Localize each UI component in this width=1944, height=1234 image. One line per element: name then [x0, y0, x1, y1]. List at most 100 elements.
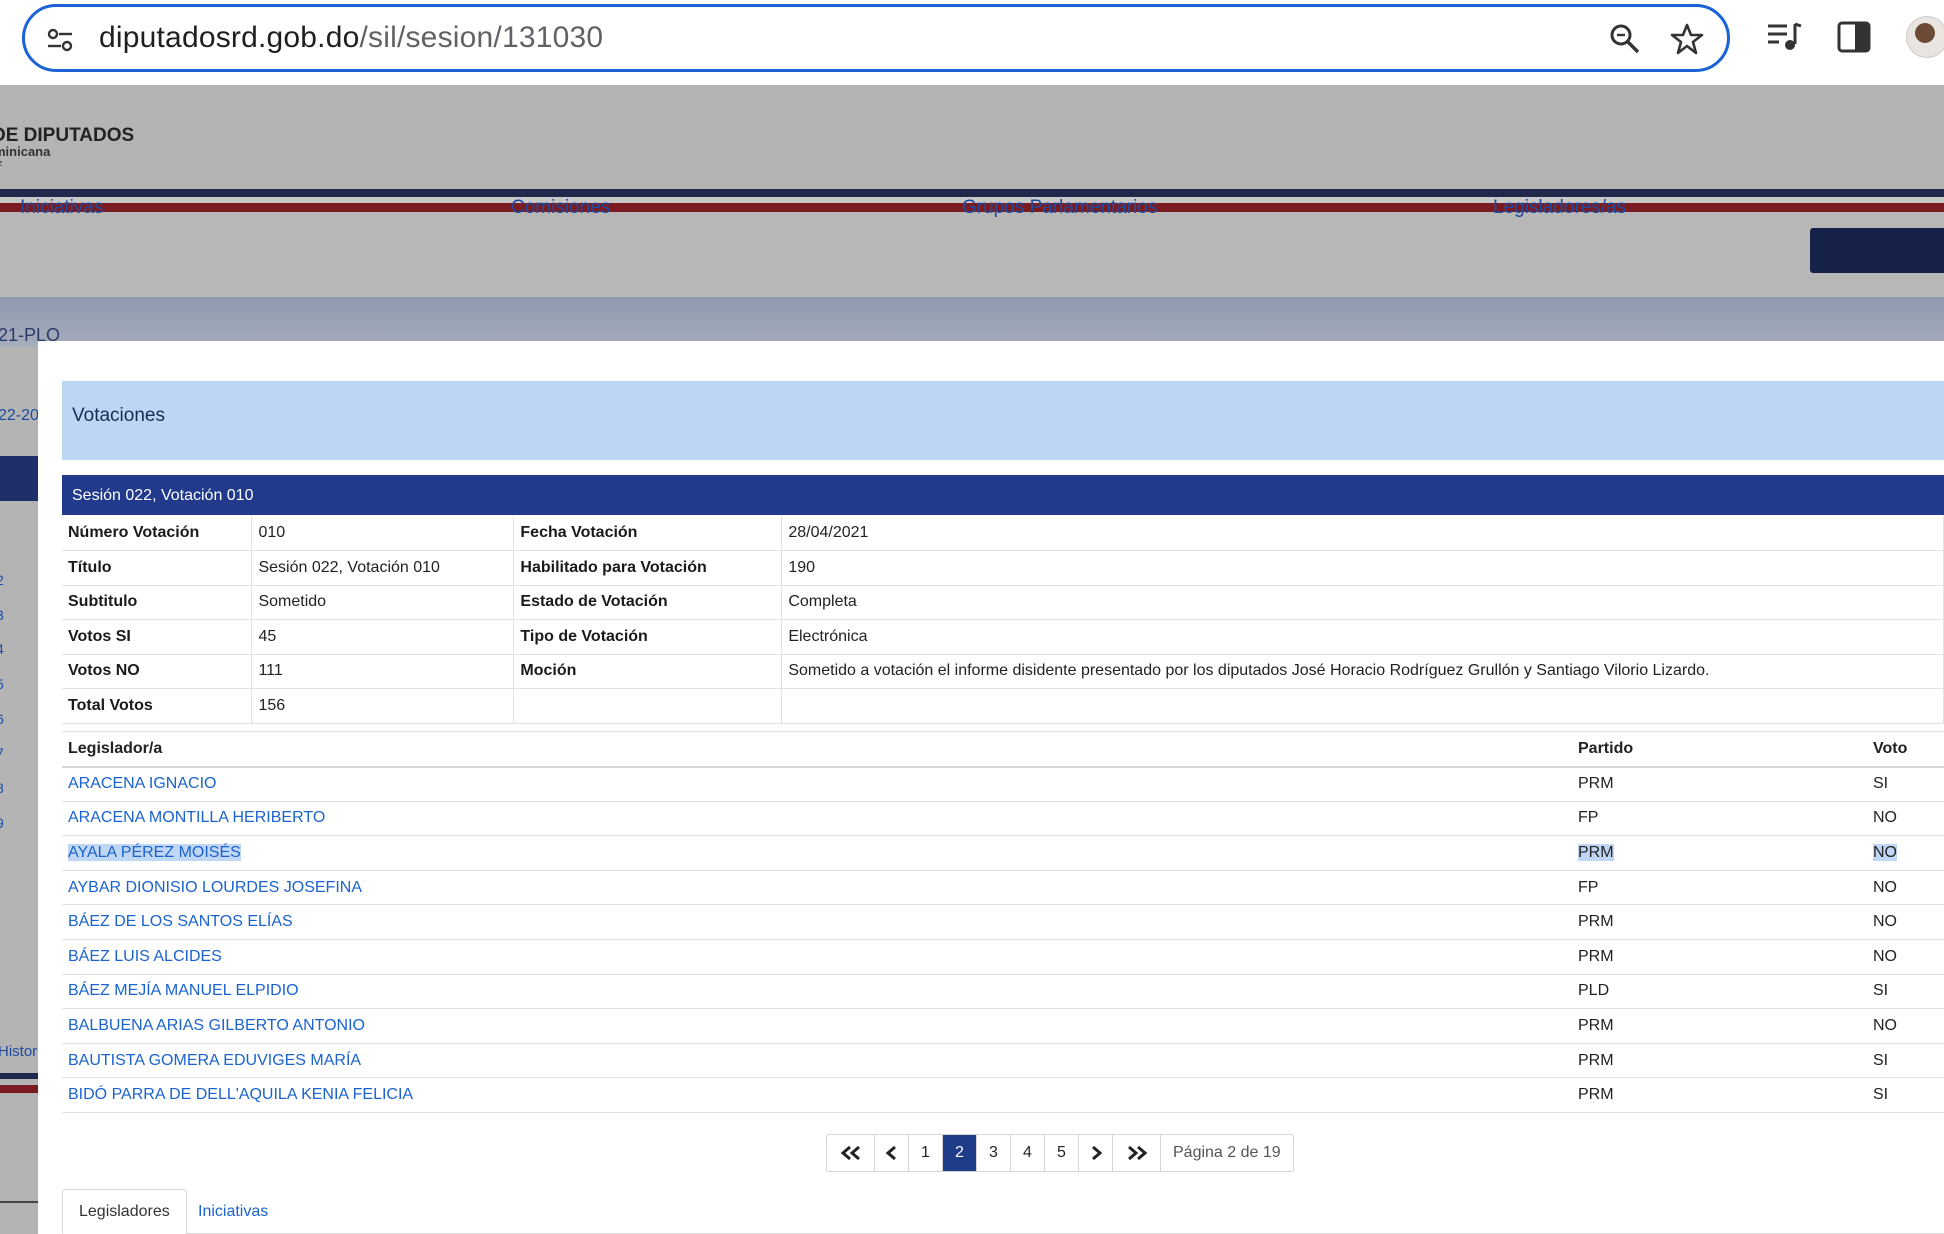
legislator-party: PRM [1578, 947, 1614, 965]
detail-value: 28/04/2021 [781, 516, 1944, 551]
legislator-name-cell: BÁEZ MEJÍA MANUEL ELPIDIO [62, 974, 1572, 1010]
address-bar[interactable]: diputadosrd.gob.do/sil/sesion/131030 [22, 4, 1730, 72]
legislator-name-link[interactable]: BÁEZ DE LOS SANTOS ELÍAS [68, 913, 293, 930]
legislator-party: FP [1578, 809, 1599, 827]
legislator-name-cell: BAUTISTA GOMERA EDUVIGES MARÍA [62, 1043, 1572, 1079]
url-host: diputadosrd.gob.do [99, 21, 360, 54]
page-5-button[interactable]: 5 [1045, 1135, 1079, 1171]
tab-legisladores[interactable]: Legisladores [62, 1189, 187, 1234]
chevron-right-icon [1091, 1145, 1102, 1161]
legislator-party-cell: PRM [1572, 1077, 1867, 1113]
legislator-name-cell: BÁEZ LUIS ALCIDES [62, 939, 1572, 975]
detail-value: 190 [781, 550, 1944, 586]
votaciones-modal: Votaciones Sesión 022, Votación 010 Núme… [38, 341, 1944, 1234]
side-number[interactable]: 8 [0, 780, 4, 796]
legislator-vote: NO [1873, 843, 1897, 861]
legislator-vote: SI [1873, 1086, 1889, 1104]
legislator-name-cell: BALBUENA ARIAS GILBERTO ANTONIO [62, 1008, 1572, 1044]
col-partido: Partido [1572, 731, 1867, 768]
legislator-name-link[interactable]: BAUTISTA GOMERA EDUVIGES MARÍA [68, 1052, 361, 1069]
legislator-name-link[interactable]: BÁEZ MEJÍA MANUEL ELPIDIO [68, 982, 299, 999]
zoom-icon[interactable] [1607, 21, 1643, 57]
legislator-vote: SI [1873, 982, 1889, 1000]
col-voto: Voto [1867, 731, 1944, 768]
side-panel-icon[interactable] [1835, 18, 1873, 56]
legislator-party-cell: FP [1572, 801, 1867, 837]
bookmark-star-icon[interactable] [1669, 21, 1705, 57]
site-brand-subtitle: minicana [0, 144, 51, 159]
nav-grupos-parlamentarios[interactable]: Grupos Parlamentarios [962, 197, 1157, 219]
last-page-button[interactable] [1113, 1135, 1161, 1171]
table-row: BAUTISTA GOMERA EDUVIGES MARÍA PRM SI [62, 1043, 1944, 1079]
side-number[interactable]: 5 [0, 676, 4, 692]
legislator-vote: SI [1873, 1051, 1889, 1069]
nav-iniciativas[interactable]: Iniciativas [20, 197, 103, 219]
browser-toolbar: diputadosrd.gob.do/sil/sesion/131030 [0, 0, 1944, 85]
legislator-name-link[interactable]: ARACENA MONTILLA HERIBERTO [68, 809, 325, 826]
legislator-party-cell: PRM [1572, 835, 1867, 871]
legislator-vote-cell: SI [1867, 974, 1944, 1010]
site-brand-subtitle-2: z [0, 158, 3, 168]
legislator-name-cell: ARACENA IGNACIO [62, 766, 1572, 802]
page-4-button[interactable]: 4 [1011, 1135, 1045, 1171]
legislator-name-link[interactable]: BIDÓ PARRA DE DELL'AQUILA KENIA FELICIA [68, 1086, 413, 1103]
legislator-party: FP [1578, 878, 1599, 896]
prev-page-button[interactable] [875, 1135, 909, 1171]
legislator-party-cell: PRM [1572, 1043, 1867, 1079]
legislator-vote-cell: NO [1867, 1008, 1944, 1044]
side-number[interactable]: 3 [0, 607, 4, 623]
tab-iniciativas[interactable]: Iniciativas [182, 1189, 284, 1234]
detail-value: Sometido [251, 585, 515, 620]
legislator-name-link[interactable]: AYBAR DIONISIO LOURDES JOSEFINA [68, 879, 362, 896]
legislator-name-link[interactable]: ARACENA IGNACIO [68, 775, 216, 792]
legislators-header-row: Legislador/a Partido Voto [62, 731, 1944, 768]
side-number[interactable]: 2 [0, 572, 4, 588]
legislator-vote-cell: SI [1867, 1043, 1944, 1079]
detail-label: Moción [513, 654, 783, 689]
legislators-table: Legislador/a Partido Voto ARACENA IGNACI… [62, 731, 1944, 1113]
legislator-name-cell: AYBAR DIONISIO LOURDES JOSEFINA [62, 870, 1572, 906]
first-page-button[interactable] [827, 1135, 875, 1171]
legislator-party-cell: PRM [1572, 904, 1867, 940]
side-number[interactable]: 7 [0, 745, 4, 761]
modal-tabs: Legisladores Iniciativas [62, 1189, 1944, 1234]
side-number[interactable]: 4 [0, 641, 4, 657]
legislator-party: PRM [1578, 1086, 1614, 1104]
detail-row: Total Votos 156 [62, 688, 1944, 724]
legislator-name-link[interactable]: BÁEZ LUIS ALCIDES [68, 948, 222, 965]
page-2-button[interactable]: 2 [943, 1135, 977, 1171]
next-page-button[interactable] [1079, 1135, 1113, 1171]
legislator-vote: NO [1873, 1016, 1897, 1034]
chevron-left-icon [885, 1145, 896, 1161]
legislator-vote: NO [1873, 947, 1897, 965]
side-historial-link[interactable]: Histori [0, 1043, 41, 1060]
vote-details-table: Número Votación 010 Fecha Votación 28/04/20… [62, 516, 1944, 724]
detail-value [781, 688, 1944, 724]
table-row: BÁEZ LUIS ALCIDES PRM NO [62, 939, 1944, 975]
site-settings-icon[interactable] [45, 25, 75, 55]
profile-avatar[interactable] [1906, 16, 1944, 58]
legislator-vote-cell: NO [1867, 801, 1944, 837]
page-1-button[interactable]: 1 [909, 1135, 943, 1171]
double-chevron-left-icon [840, 1145, 860, 1161]
table-row: AYALA PÉREZ MOISÉS PRM NO [62, 835, 1944, 871]
nav-legisladores[interactable]: Legisladores/as [1493, 197, 1626, 219]
pagination: 12345 Página 2 de 19 [826, 1134, 1294, 1172]
legislator-name-link[interactable]: AYALA PÉREZ MOISÉS [68, 843, 241, 861]
detail-label: Título [62, 550, 253, 586]
detail-label: Habilitado para Votación [513, 550, 783, 586]
detail-value: 010 [251, 516, 515, 551]
media-control-icon[interactable] [1765, 18, 1803, 56]
nav-comisiones[interactable]: Comisiones [511, 197, 610, 219]
table-row: BALBUENA ARIAS GILBERTO ANTONIO PRM NO [62, 1008, 1944, 1044]
side-stripe-red [0, 1085, 40, 1093]
page-3-button[interactable]: 3 [977, 1135, 1011, 1171]
legislator-name-link[interactable]: BALBUENA ARIAS GILBERTO ANTONIO [68, 1017, 365, 1034]
table-row: BIDÓ PARRA DE DELL'AQUILA KENIA FELICIA P… [62, 1077, 1944, 1113]
side-stripe-blue [0, 1073, 40, 1079]
side-active-bar [0, 456, 40, 501]
side-number[interactable]: 9 [0, 815, 4, 831]
nav-dark-button[interactable] [1810, 228, 1944, 273]
side-number[interactable]: 6 [0, 711, 4, 727]
url-text[interactable]: diputadosrd.gob.do/sil/sesion/131030 [99, 21, 603, 55]
